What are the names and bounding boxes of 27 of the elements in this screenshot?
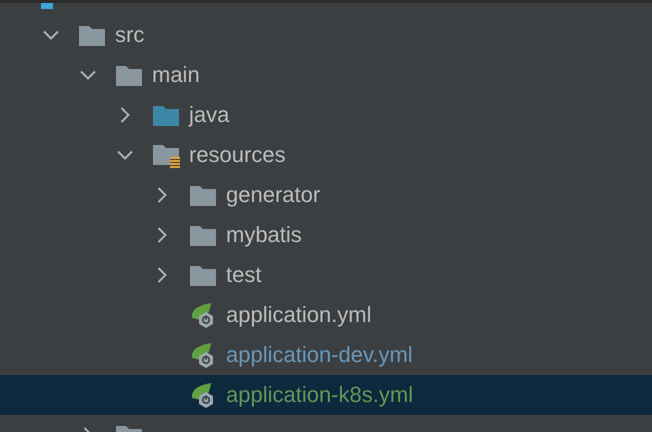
folder-name: test xyxy=(226,264,262,286)
file-name: application.yml xyxy=(226,304,372,326)
folder-icon xyxy=(189,263,217,287)
tree-row[interactable]: main xyxy=(0,55,652,95)
folder-name: resources xyxy=(189,144,286,166)
resource-folder-icon xyxy=(152,142,180,168)
tree-row[interactable]: resources xyxy=(0,135,652,175)
folder-icon xyxy=(189,223,217,247)
folder-name: main xyxy=(152,64,200,86)
tree-row[interactable]: test xyxy=(0,255,652,295)
folder-name: generator xyxy=(226,184,320,206)
file-name: application-k8s.yml xyxy=(226,384,414,406)
tree-row[interactable]: generator xyxy=(0,175,652,215)
folder-name: src xyxy=(115,24,144,46)
folder-icon xyxy=(152,103,180,127)
folder-name: mybatis xyxy=(226,224,302,246)
tree-row[interactable]: application-dev.yml xyxy=(0,335,652,375)
tree-row[interactable]: src xyxy=(0,15,652,55)
file-name: application-dev.yml xyxy=(226,344,413,366)
tree-row[interactable]: mybatis xyxy=(0,215,652,255)
folder-icon xyxy=(189,183,217,207)
tree-row[interactable]: java xyxy=(0,95,652,135)
selected-tree-row[interactable]: application-k8s.yml xyxy=(0,375,652,415)
folder-name: java xyxy=(189,104,230,126)
folder-icon xyxy=(115,63,143,87)
folder-icon xyxy=(78,23,106,47)
tree-row[interactable]: application.yml xyxy=(0,295,652,335)
